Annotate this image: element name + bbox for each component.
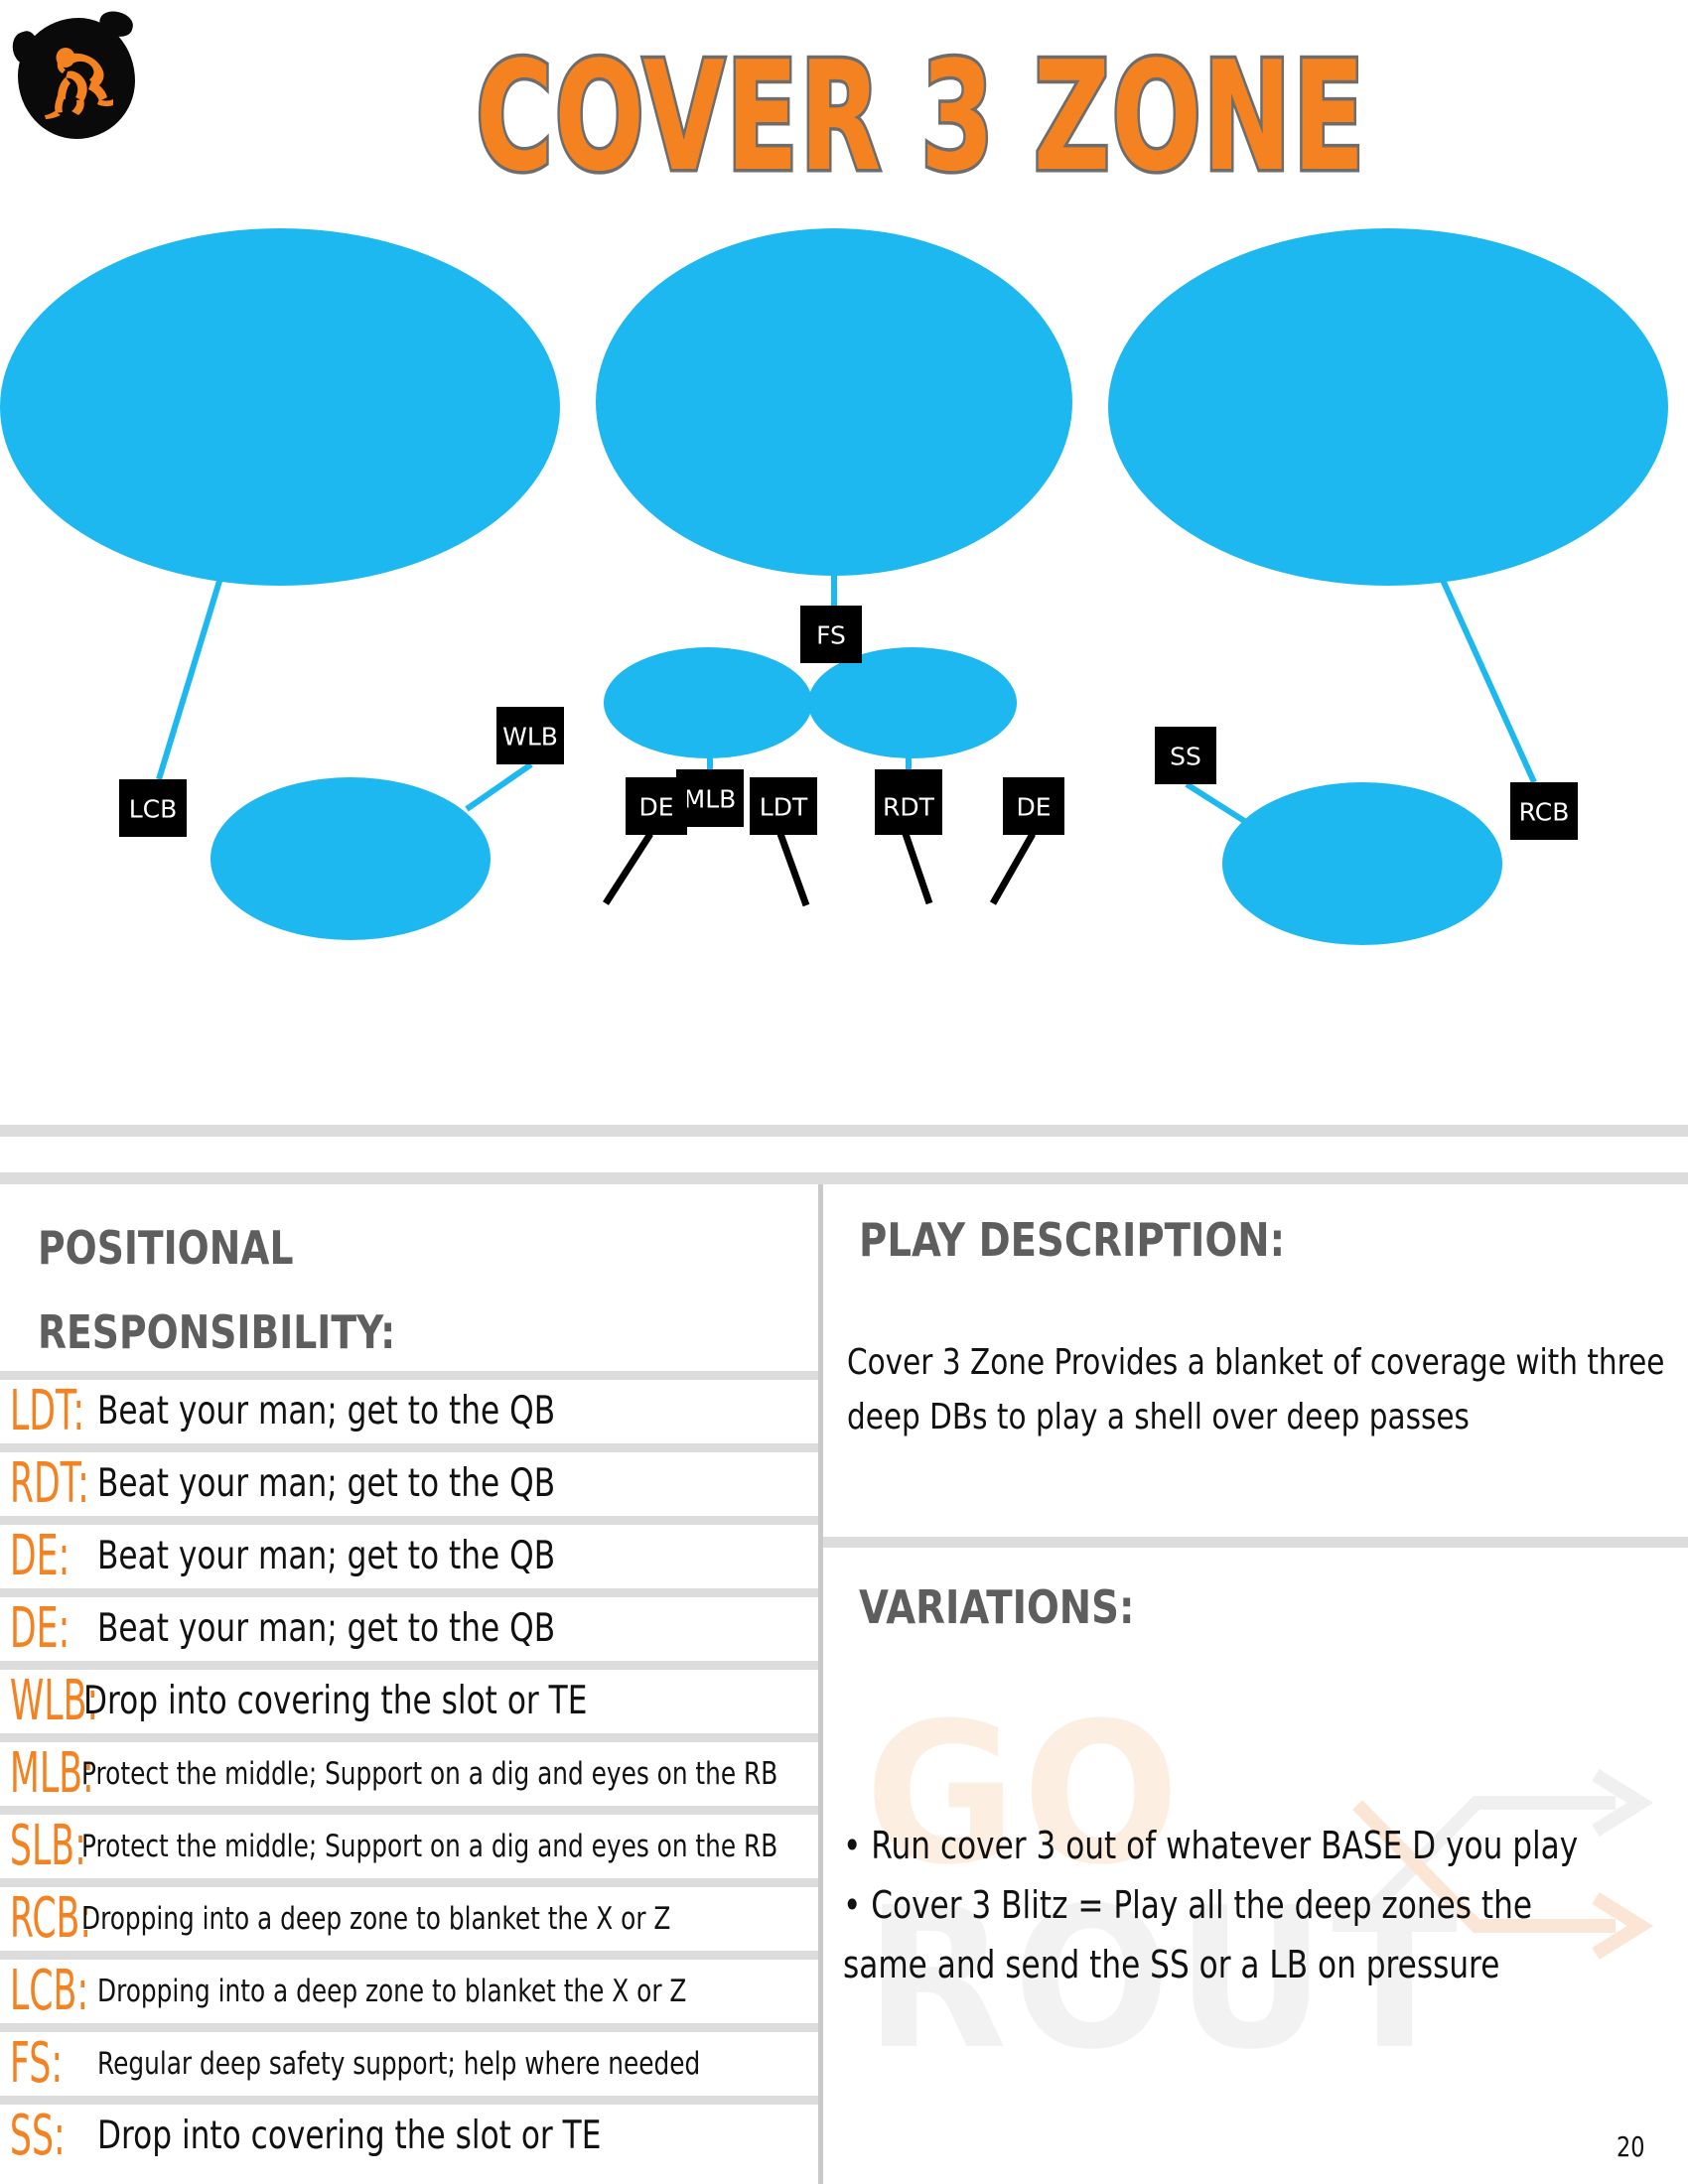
player-label-ldt: LDT [750, 777, 817, 835]
row-responsibility-text: Protect the middle; Support on a dig and… [81, 1755, 778, 1792]
zone-deep-middle [596, 228, 1072, 576]
football-player-icon [45, 48, 113, 119]
row-position-label: FS: [9, 2031, 64, 2096]
player-label-wlb-text: WLB [502, 723, 558, 751]
zone-hook-left-shape [604, 647, 812, 758]
row-responsibility-text: Drop into covering the slot or TE [83, 1679, 588, 1723]
table-row: WLB: Drop into covering the slot or TE [0, 1661, 818, 1733]
connector-rcb [1439, 576, 1537, 784]
row-position-label: LDT: [9, 1379, 85, 1443]
row-responsibility-text: Dropping into a deep zone to blanket the… [81, 1900, 671, 1937]
table-row: FS: Regular deep safety support; help wh… [0, 2023, 818, 2096]
row-position-label: SS: [9, 2104, 66, 2168]
row-position-label: RCB: [9, 1886, 92, 1951]
row-responsibility-text: Regular deep safety support; help where … [97, 2045, 701, 2082]
table-row: RDT: Beat your man; get to the QB [0, 1443, 818, 1516]
row-position-label: DE: [9, 1596, 70, 1661]
zone-flat-left [211, 777, 491, 940]
section-divider-bottom [0, 1172, 1688, 1184]
table-row: SS: Drop into covering the slot or TE [0, 2096, 818, 2168]
play-description-line-1: Cover 3 Zone Provides a blanket of cover… [847, 1342, 1665, 1383]
player-label-ss-text: SS [1170, 743, 1201, 771]
variations-heading: VARIATIONS: [859, 1580, 1135, 1634]
row-position-label: DE: [9, 1524, 70, 1588]
page-number: 20 [1617, 2130, 1645, 2163]
zone-hook-right-shape [808, 647, 1017, 758]
row-responsibility-text: Beat your man; get to the QB [97, 1389, 556, 1433]
play-diagram: FS MLB SLB WLB SS LCB RCB DE LDT RDT [0, 208, 1688, 1102]
rush-line-ldt [776, 832, 810, 907]
table-row: SLB: Protect the middle; Support on a di… [0, 1806, 818, 1878]
variation-item-2: • Cover 3 Blitz = Play all the deep zone… [843, 1883, 1533, 1927]
zone-deep-right [1108, 228, 1668, 586]
rush-line-rdt [902, 832, 933, 905]
row-position-label: SLB: [9, 1814, 86, 1878]
player-label-lcb: LCB [119, 779, 187, 837]
row-position-label: LCB: [9, 1959, 89, 2023]
row-responsibility-text: Beat your man; get to the QB [97, 1534, 556, 1578]
play-description-body: Cover 3 Zone Provides a blanket of cover… [847, 1335, 1688, 1444]
player-label-ldt-text: LDT [760, 793, 808, 822]
player-label-de-right: DE [1003, 777, 1064, 835]
positional-heading-line-1: POSITIONAL [38, 1221, 294, 1275]
player-label-fs: FS [800, 606, 862, 663]
positional-responsibility-heading: POSITIONAL RESPONSIBILITY: [38, 1206, 656, 1375]
row-responsibility-text: Protect the middle; Support on a dig and… [81, 1828, 778, 1864]
player-label-de-right-text: DE [1016, 793, 1051, 822]
player-label-ss: SS [1155, 727, 1216, 784]
page-title: COVER 3 ZONE [474, 29, 1367, 205]
table-row: LDT: Beat your man; get to the QB [0, 1371, 818, 1443]
play-info-panel: PLAY DESCRIPTION: Cover 3 Zone Provides … [823, 1184, 1688, 2184]
positional-responsibility-panel: POSITIONAL RESPONSIBILITY: LDT: Beat you… [0, 1184, 818, 2184]
play-description-heading: PLAY DESCRIPTION: [859, 1213, 1286, 1267]
player-label-mlb-text: MLB [684, 785, 737, 814]
variation-item-1: • Run cover 3 out of whatever BASE D you… [843, 1824, 1579, 1867]
table-row: MLB: Protect the middle; Support on a di… [0, 1733, 818, 1806]
player-label-rdt-text: RDT [883, 793, 935, 822]
connector-wlb [465, 761, 533, 812]
table-row: LCB: Dropping into a deep zone to blanke… [0, 1951, 818, 2023]
row-responsibility-text: Drop into covering the slot or TE [97, 2114, 602, 2158]
rush-line-de-left [603, 832, 653, 905]
row-responsibility-text: Dropping into a deep zone to blanket the… [97, 1973, 687, 2009]
player-label-de-left: DE [626, 777, 687, 835]
rush-line-de-right [989, 832, 1037, 905]
positional-heading-line-2: RESPONSIBILITY: [38, 1305, 396, 1359]
player-label-rcb-text: RCB [1519, 798, 1570, 827]
table-row: DE: Beat your man; get to the QB [0, 1588, 818, 1661]
responsibility-table: LDT: Beat your man; get to the QB RDT: B… [0, 1371, 818, 2168]
go-route-logo [18, 18, 135, 139]
player-label-rdt: RDT [875, 777, 942, 835]
row-position-label: WLB: [9, 1669, 99, 1733]
play-description-line-2: deep DBs to play a shell over deep passe… [847, 1397, 1470, 1437]
row-responsibility-text: Beat your man; get to the QB [97, 1606, 556, 1651]
variation-item-2-cont: same and send the SS or a LB on pressure [843, 1943, 1500, 1986]
connector-ss [1185, 781, 1251, 827]
player-label-wlb: WLB [496, 707, 564, 764]
player-label-fs-text: FS [816, 621, 846, 650]
zone-flat-right [1222, 782, 1502, 945]
section-divider-top [0, 1125, 1688, 1137]
player-label-rcb: RCB [1510, 782, 1578, 840]
player-label-de-left-text: DE [638, 793, 673, 822]
row-position-label: MLB: [9, 1741, 94, 1806]
table-row: DE: Beat your man; get to the QB [0, 1516, 818, 1588]
connector-lcb [156, 577, 223, 780]
player-label-lcb-text: LCB [129, 795, 178, 824]
variations-body: • Run cover 3 out of whatever BASE D you… [843, 1816, 1688, 1994]
zone-deep-left [0, 228, 560, 586]
table-row: RCB: Dropping into a deep zone to blanke… [0, 1878, 818, 1951]
variations-divider [823, 1537, 1688, 1548]
row-responsibility-text: Beat your man; get to the QB [97, 1461, 556, 1506]
row-position-label: RDT: [9, 1451, 89, 1516]
